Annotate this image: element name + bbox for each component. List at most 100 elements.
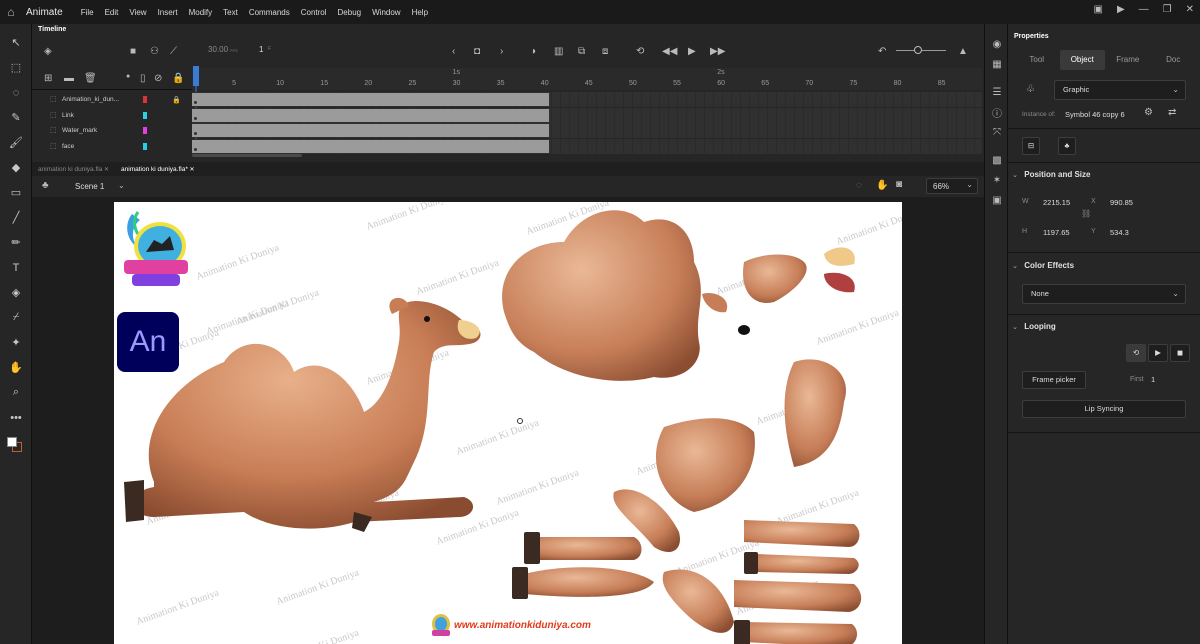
menu-edit[interactable]: Edit	[105, 8, 119, 17]
menu-insert[interactable]: Insert	[158, 8, 178, 17]
color-swatches[interactable]	[0, 430, 31, 460]
layers-icon[interactable]: ◈	[44, 46, 52, 57]
camel-parts[interactable]	[494, 202, 902, 644]
looping-section[interactable]: ⌄ Looping	[1008, 322, 1200, 331]
keyframe-dot[interactable]	[194, 132, 197, 135]
insert-keyframe-icon[interactable]: ◘	[474, 46, 480, 57]
menu-modify[interactable]: Modify	[189, 8, 213, 17]
first-frame-field[interactable]: 1	[1151, 375, 1155, 384]
layer-row[interactable]: ⬚ Link	[32, 108, 192, 123]
scene-label[interactable]: Scene 1	[75, 182, 104, 191]
selection-tool-icon[interactable]: ↖	[0, 30, 32, 55]
camel-assembled[interactable]	[114, 292, 504, 552]
align-panel-icon[interactable]: ☰	[985, 82, 1009, 102]
workspace-icon[interactable]: ▣	[1093, 4, 1102, 15]
frame-picker-button[interactable]: Frame picker	[1022, 371, 1086, 389]
edit-instance-icon[interactable]: ⚙	[1144, 107, 1153, 118]
eyedropper-tool-icon[interactable]: ⌿	[0, 305, 32, 330]
menu-help[interactable]: Help	[412, 8, 428, 17]
pen-brush-tool-icon[interactable]: ✎	[0, 105, 32, 130]
more-tools-icon[interactable]: •••	[0, 405, 32, 430]
keyframe-dot[interactable]	[194, 116, 197, 120]
camel-leg-part-3[interactable]	[744, 520, 860, 547]
camel-leg-part-6[interactable]	[744, 622, 858, 644]
color-effect-dropdown[interactable]: None ⌄	[1022, 284, 1186, 304]
frame-row[interactable]	[192, 92, 982, 107]
camel-leg-part-2[interactable]	[524, 567, 654, 597]
camel-chest-part[interactable]	[655, 418, 755, 512]
layer-name[interactable]: face	[62, 143, 74, 150]
scene-icon[interactable]: ♣	[42, 180, 49, 191]
lip-syncing-button[interactable]: Lip Syncing	[1022, 400, 1186, 418]
keyframe-dot[interactable]	[194, 147, 197, 151]
pin-tool-icon[interactable]: ✦	[0, 330, 32, 355]
brush-tool-icon[interactable]: 🖌	[0, 130, 32, 155]
stage-canvas[interactable]: Animation Ki Duniya Animation Ki Duniya An…	[114, 202, 902, 644]
layer-name[interactable]: Water_mark	[62, 127, 97, 134]
camel-leg-part-5[interactable]	[734, 580, 862, 612]
sync-icon[interactable]: ⧉	[578, 46, 585, 57]
components-panel-icon[interactable]: ▩	[985, 150, 1009, 170]
undo-icon[interactable]: ↶	[878, 46, 886, 57]
prev-keyframe-icon[interactable]: ‹	[452, 46, 455, 57]
edit-multiple-frames-icon[interactable]: ▥	[554, 46, 563, 57]
symbol-type-dropdown[interactable]: Graphic ⌄	[1054, 80, 1186, 100]
step-back-icon[interactable]: ◀◀	[662, 46, 677, 57]
single-frame-icon[interactable]: ◼	[1170, 344, 1190, 362]
layer-color-swatch[interactable]	[143, 142, 147, 150]
position-size-section[interactable]: ⌄ Position and Size	[1008, 170, 1200, 179]
layer-row[interactable]: ⬚ Water_mark	[32, 123, 192, 138]
camel-hump-part[interactable]	[502, 210, 701, 381]
link-icon[interactable]: ⛓	[1081, 209, 1091, 218]
rotate-stage-icon[interactable]: ◌	[856, 180, 862, 191]
document-tab[interactable]: animation ki duniya.fla ✕	[32, 166, 115, 173]
loop-icon[interactable]: ⟲	[1126, 344, 1146, 362]
lasso-tool-icon[interactable]: ◌	[0, 80, 32, 105]
free-transform-tool-icon[interactable]: ⬚	[0, 55, 32, 80]
motion-presets-icon[interactable]: ✶	[985, 170, 1009, 190]
assets-panel-icon[interactable]: ▣	[985, 190, 1009, 210]
layer-name[interactable]: Link	[62, 112, 74, 119]
play-once-icon[interactable]: ▶	[1148, 344, 1168, 362]
mountain-icon[interactable]: ▲	[958, 46, 968, 57]
color-effects-section[interactable]: ⌄ Color Effects	[1008, 261, 1200, 270]
visibility-icon[interactable]: ⊘	[154, 73, 162, 84]
tab-frame[interactable]: Frame	[1105, 50, 1151, 70]
layer-color-swatch[interactable]	[143, 127, 147, 134]
edit-symbol-icon[interactable]: ✋	[876, 180, 888, 191]
lock-all-icon[interactable]: 🔒	[172, 73, 184, 84]
library-panel-icon[interactable]: ▦	[985, 54, 1009, 74]
close-icon[interactable]: ✕	[188, 167, 195, 173]
camel-thigh-part[interactable]	[662, 569, 734, 633]
height-field[interactable]: 1197.65	[1043, 228, 1070, 237]
stroke-color-swatch[interactable]	[7, 437, 17, 447]
camel-leg-part-1[interactable]	[534, 537, 642, 560]
layer-row[interactable]: ⬚ face	[32, 139, 192, 154]
menu-commands[interactable]: Commands	[249, 8, 290, 17]
camel-leg-part-4[interactable]	[756, 554, 859, 574]
camel-mouth-part[interactable]	[824, 272, 855, 293]
pencil-tool-icon[interactable]: ✏	[0, 230, 32, 255]
frame-row[interactable]	[192, 123, 982, 138]
tab-tool[interactable]: Tool	[1014, 50, 1060, 70]
camel-neck-part[interactable]	[784, 359, 846, 467]
eraser-tool-icon[interactable]: ◆	[0, 155, 32, 180]
menu-control[interactable]: Control	[301, 8, 327, 17]
chevron-down-icon[interactable]: ⌄	[118, 181, 125, 190]
fps-value[interactable]: 30.00	[208, 45, 228, 54]
frame-zoom-slider-handle[interactable]	[914, 46, 922, 54]
frame-row[interactable]	[192, 138, 982, 154]
layer-color-swatch[interactable]	[143, 111, 147, 119]
minimize-icon[interactable]: —	[1139, 4, 1149, 15]
tab-object[interactable]: Object	[1059, 50, 1105, 70]
test-movie-icon[interactable]: ▶	[1117, 4, 1125, 15]
graph-icon[interactable]: ⟋	[170, 46, 177, 57]
clip-content-icon[interactable]: ◙	[896, 179, 902, 190]
frame-span[interactable]	[192, 139, 549, 153]
step-forward-icon[interactable]: ▶▶	[710, 46, 725, 57]
loop-icon[interactable]: ⟲	[636, 46, 644, 57]
close-icon[interactable]: ✕	[102, 167, 109, 173]
menu-file[interactable]: File	[81, 8, 94, 17]
outline-icon[interactable]: ▯	[140, 73, 146, 84]
align-to-stage-icon[interactable]: ⊟	[1022, 137, 1040, 155]
